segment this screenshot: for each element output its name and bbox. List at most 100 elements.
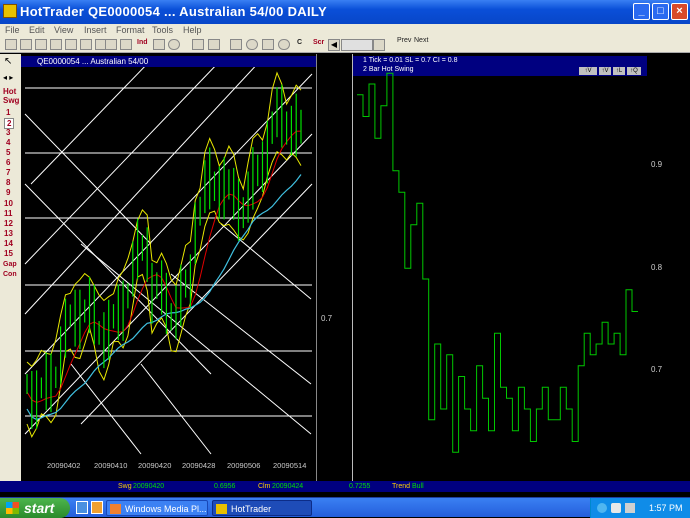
- price-chart-panel[interactable]: QE0000054 ... Australian 54/00 20090402 …: [21, 54, 316, 481]
- menu-view[interactable]: View: [54, 25, 73, 35]
- open-icon[interactable]: [20, 39, 32, 50]
- close-button[interactable]: ×: [671, 3, 688, 20]
- c-button[interactable]: C: [297, 39, 302, 46]
- network-icon[interactable]: [597, 503, 607, 513]
- menu-edit[interactable]: Edit: [29, 25, 45, 35]
- swing-level-9[interactable]: 9: [6, 188, 10, 197]
- expand-icon[interactable]: [208, 39, 220, 50]
- media-quicklaunch-icon[interactable]: [91, 501, 103, 514]
- taskbar-hottrader-label: HotTrader: [231, 504, 272, 514]
- days-icon[interactable]: [168, 39, 180, 50]
- menu-format[interactable]: Format: [116, 25, 145, 35]
- y-tick-label: 0.9: [651, 160, 663, 169]
- swing-level-13[interactable]: 13: [4, 229, 13, 238]
- volume-icon[interactable]: [611, 503, 621, 513]
- x-tick-label: 20090514: [273, 461, 307, 470]
- gap-button[interactable]: Gap: [3, 261, 17, 268]
- swing-level-10[interactable]: 10: [4, 199, 13, 208]
- menu-help[interactable]: Help: [183, 25, 202, 35]
- swing-level-11[interactable]: 11: [4, 209, 12, 218]
- chart-icon[interactable]: [65, 39, 77, 50]
- save-icon[interactable]: [35, 39, 47, 50]
- media-player-icon: [110, 504, 121, 514]
- swing-level-3[interactable]: 3: [6, 128, 10, 137]
- security-icon[interactable]: [625, 503, 635, 513]
- x-tick-label: 20090506: [227, 461, 261, 470]
- scroll-track[interactable]: [341, 39, 373, 51]
- y-tick-label: 0.7: [321, 314, 333, 323]
- scroll-left-icon[interactable]: ◀: [328, 39, 340, 51]
- menu-insert[interactable]: Insert: [84, 25, 107, 35]
- swing-series-line: [357, 72, 638, 453]
- minimize-button[interactable]: _: [633, 3, 650, 20]
- indicator-button[interactable]: Ind: [137, 39, 148, 46]
- swing-y-axis: 0.9 0.8 0.7: [647, 54, 690, 481]
- start-label: start: [24, 500, 55, 516]
- slow-ma-line: [26, 174, 302, 421]
- print-icon[interactable]: [50, 39, 62, 50]
- pointer-icon[interactable]: ↖: [4, 56, 14, 68]
- swing-label: Swg: [118, 483, 132, 490]
- taskbar-media-label: Windows Media Pl...: [125, 504, 207, 514]
- clm-date: 20090424: [272, 483, 304, 490]
- start-button[interactable]: start: [0, 498, 70, 518]
- swing-chart-svg: [357, 72, 638, 453]
- swing-sidebar: ↖ ◂ ▸ Hot Swg 1 2 3 4 5 6 7 8 9 10 11 12…: [0, 54, 21, 481]
- scr-button[interactable]: Scr: [313, 39, 324, 46]
- swing-level-5[interactable]: 5: [6, 148, 10, 157]
- windows-logo-icon: [6, 502, 19, 514]
- sort-icon[interactable]: [192, 39, 204, 50]
- ie-icon[interactable]: [76, 501, 88, 514]
- swing-level-12[interactable]: 12: [4, 219, 13, 228]
- fast-ma-line: [26, 130, 302, 404]
- record-icon[interactable]: [278, 39, 290, 50]
- scroll-right-icon[interactable]: [373, 39, 385, 51]
- swing-level-15[interactable]: 15: [4, 249, 13, 258]
- con-button[interactable]: Con: [3, 271, 17, 278]
- scan-icon[interactable]: [120, 39, 132, 50]
- trend-value: Bull: [412, 483, 424, 490]
- x-tick-label: 20090428: [182, 461, 216, 470]
- grid-icon[interactable]: [80, 39, 92, 50]
- menu-tools[interactable]: Tools: [152, 25, 173, 35]
- app-icon: [3, 4, 17, 18]
- swing-date: 20090420: [133, 483, 165, 490]
- status-bar: Swg 20090420 0.6956 Clm 20090424 0.7255 …: [0, 481, 690, 492]
- y-tick-label: 0.8: [651, 263, 663, 272]
- swing-level-4[interactable]: 4: [6, 138, 10, 147]
- new-icon[interactable]: [5, 39, 17, 50]
- clock: 1:57 PM: [649, 503, 683, 513]
- swing-level-6[interactable]: 6: [6, 158, 10, 167]
- swing-value: 0.6956: [214, 483, 236, 490]
- next-button[interactable]: Next: [414, 37, 428, 44]
- taskbar: start Windows Media Pl... HotTrader 1:57…: [0, 497, 690, 518]
- palette-icon[interactable]: [153, 39, 165, 50]
- x-tick-label: 20090402: [47, 461, 81, 470]
- swing-chart-panel[interactable]: 1 Tick = 0.01 SL = 0.7 CI = 0.8 2 Bar Ho…: [352, 54, 648, 481]
- channel-line: [70, 363, 142, 455]
- swing-level-7[interactable]: 7: [6, 168, 10, 177]
- y-tick-label: 0.7: [651, 365, 663, 374]
- toolbar: Ind C Scr ◀ Prev Next: [0, 37, 690, 53]
- maximize-button[interactable]: □: [652, 3, 669, 20]
- taskbar-media-player[interactable]: Windows Media Pl...: [106, 500, 208, 516]
- swing-level-14[interactable]: 14: [4, 239, 13, 248]
- copy-icon[interactable]: [262, 39, 274, 50]
- fit-icon[interactable]: [230, 39, 242, 50]
- taskbar-hottrader[interactable]: HotTrader: [212, 500, 312, 516]
- zoom-icon[interactable]: [246, 39, 258, 50]
- x-tick-label: 20090410: [94, 461, 128, 470]
- channel-line: [24, 113, 152, 245]
- swing-level-8[interactable]: 8: [6, 178, 10, 187]
- trend-label: Trend: [392, 483, 411, 490]
- swing-level-1[interactable]: 1: [6, 108, 10, 117]
- menu-file[interactable]: File: [5, 25, 20, 35]
- price-chart-svg: [24, 59, 313, 455]
- hottrader-icon: [216, 504, 227, 514]
- prev-button[interactable]: Prev: [397, 37, 411, 44]
- bar-icon[interactable]: [105, 39, 117, 50]
- hot-label: Hot: [3, 87, 17, 96]
- nav-arrows-icon[interactable]: ◂ ▸: [3, 73, 13, 82]
- clm-value: 0.7255: [349, 483, 371, 490]
- channel-line: [24, 73, 313, 375]
